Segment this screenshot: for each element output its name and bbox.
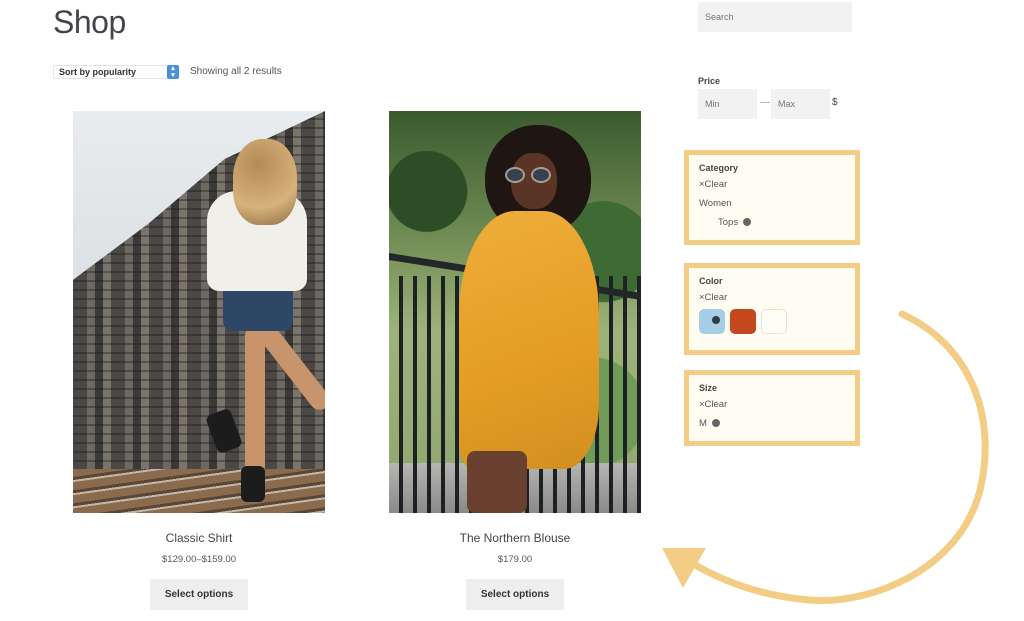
category-clear-button[interactable]: ×Clear xyxy=(699,179,845,190)
color-filter-title: Color xyxy=(699,276,723,286)
photo-figure-legs xyxy=(467,451,527,513)
sort-select[interactable]: Sort by popularity ▴ ▾ xyxy=(53,65,179,79)
price-separator: — xyxy=(760,97,770,108)
category-filter: Category ×Clear Women Tops xyxy=(684,150,860,245)
price-filter-title: Price xyxy=(698,76,721,86)
category-item-label: Women xyxy=(699,198,732,209)
photo-figure-leg xyxy=(245,326,265,476)
category-filter-title: Category xyxy=(699,163,739,173)
product-image[interactable] xyxy=(389,111,641,513)
product-name[interactable]: Classic Shirt xyxy=(73,531,325,545)
curved-arrow-stroke xyxy=(686,310,989,604)
price-max-input[interactable] xyxy=(771,89,830,119)
product-name[interactable]: The Northern Blouse xyxy=(389,531,641,545)
result-count: Showing all 2 results xyxy=(190,66,282,77)
price-currency: $ xyxy=(832,97,838,108)
curved-arrow-annotation xyxy=(662,310,989,604)
sort-select-value: Sort by popularity xyxy=(59,67,137,77)
page-title: Shop xyxy=(53,4,126,40)
photo-figure-hair xyxy=(233,139,297,225)
photo-figure-sunglasses xyxy=(505,167,553,183)
selected-dot-icon xyxy=(742,218,751,227)
photo-figure-blouse xyxy=(459,211,599,469)
price-min-input[interactable] xyxy=(698,89,757,119)
search-input[interactable] xyxy=(698,2,852,32)
photo-figure-boot xyxy=(241,466,265,502)
category-item-tops[interactable]: Tops xyxy=(699,217,845,228)
product-image[interactable] xyxy=(73,111,325,513)
select-options-button[interactable]: Select options xyxy=(465,579,565,610)
up-down-stepper-icon[interactable]: ▴ ▾ xyxy=(167,65,179,79)
category-item-label: Tops xyxy=(718,217,739,228)
product-price: $129.00–$159.00 xyxy=(162,554,236,565)
category-item-women[interactable]: Women xyxy=(699,198,845,209)
photo-ground xyxy=(73,469,325,513)
select-options-button[interactable]: Select options xyxy=(149,579,249,610)
product-card: The Northern Blouse $179.00 Select optio… xyxy=(389,111,641,610)
product-price: $179.00 xyxy=(497,554,533,565)
product-card: Classic Shirt $129.00–$159.00 Select opt… xyxy=(73,111,325,610)
